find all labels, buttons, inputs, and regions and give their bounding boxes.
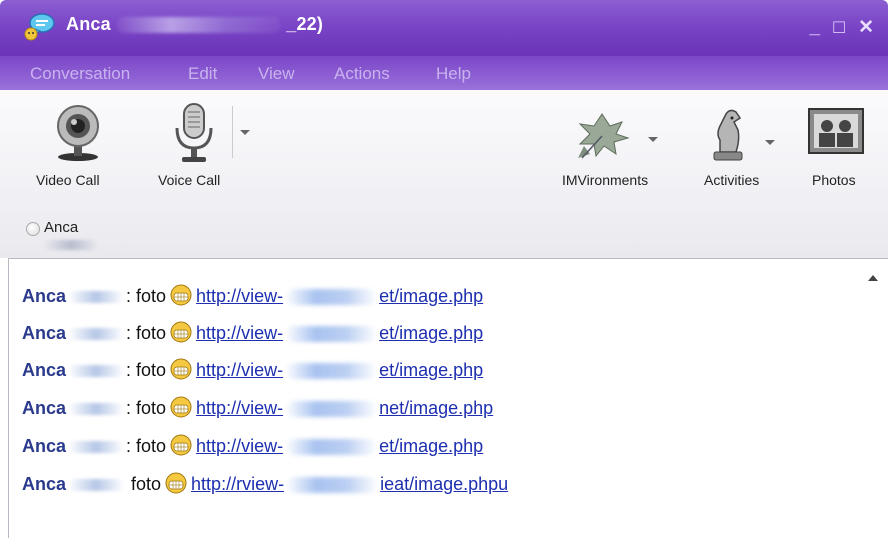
grin-emoticon-icon — [170, 284, 192, 306]
link-end: et/image.php — [379, 436, 484, 456]
message-sender: Anca — [22, 436, 67, 456]
redacted-blur — [68, 365, 125, 378]
link-start: http://rview- — [191, 474, 285, 494]
video-call-button[interactable]: Video Call — [24, 100, 134, 190]
message-link[interactable]: http://view-et/image.php — [196, 360, 483, 380]
link-end: et/image.php — [379, 360, 484, 380]
message-text: : foto — [126, 436, 167, 456]
contact-name: Anca — [44, 219, 98, 253]
activities-label: Activities — [704, 172, 760, 188]
link-end: net/image.php — [379, 398, 494, 418]
photos-icon — [808, 108, 864, 154]
redacted-blur — [68, 328, 125, 341]
status-indicator-icon — [26, 222, 40, 236]
contact-first-name: Anca — [44, 219, 79, 236]
title-bar[interactable]: Anca _22) _ □ ✕ — [0, 0, 888, 56]
messenger-icon — [24, 13, 55, 41]
voice-call-dropdown-arrow[interactable] — [240, 130, 250, 135]
menu-edit[interactable]: Edit — [188, 64, 217, 84]
activities-dropdown-arrow[interactable] — [765, 140, 775, 145]
redacted-blur — [285, 401, 378, 418]
chat-message: Anca : foto http://view-et/image.php — [22, 358, 483, 384]
imvironments-label: IMVironments — [562, 172, 649, 188]
voice-call-label: Voice Call — [158, 172, 221, 188]
grin-emoticon-icon — [170, 396, 192, 418]
message-sender: Anca — [22, 323, 67, 343]
message-sender: Anca — [22, 360, 67, 380]
message-link[interactable]: http://view-net/image.php — [196, 398, 493, 418]
scroll-up-arrow-icon[interactable] — [868, 275, 878, 281]
redacted-blur — [44, 240, 98, 251]
webcam-icon — [57, 105, 99, 161]
message-text: : foto — [126, 398, 167, 418]
redacted-blur — [285, 439, 378, 456]
grin-emoticon-icon — [170, 321, 192, 343]
chat-message: Anca foto http://rview-ieat/image.phpu — [22, 472, 508, 498]
redacted-blur — [286, 477, 379, 494]
menu-actions[interactable]: Actions — [334, 64, 390, 84]
message-sender: Anca — [22, 398, 67, 418]
message-text: : foto — [126, 323, 167, 343]
window-controls[interactable]: _ □ ✕ — [809, 16, 878, 39]
link-start: http://view- — [196, 398, 284, 418]
redacted-blur — [116, 17, 282, 34]
link-start: http://view- — [196, 436, 284, 456]
message-text: : foto — [126, 360, 167, 380]
redacted-blur — [285, 326, 378, 343]
grin-emoticon-icon — [165, 472, 187, 494]
leaves-icon — [578, 113, 630, 159]
message-link[interactable]: http://view-et/image.php — [196, 436, 483, 456]
message-link[interactable]: http://view-et/image.php — [196, 323, 483, 343]
menu-help[interactable]: Help — [436, 64, 471, 84]
activities-button[interactable]: Activities — [700, 100, 780, 190]
redacted-blur — [285, 363, 378, 380]
microphone-icon — [175, 103, 213, 162]
redacted-blur — [68, 403, 125, 416]
message-text: : foto — [126, 286, 167, 306]
menu-conversation[interactable]: Conversation — [30, 64, 130, 84]
link-start: http://view- — [196, 286, 284, 306]
link-start: http://view- — [196, 323, 284, 343]
window-title: Anca _22) — [66, 14, 323, 35]
grin-emoticon-icon — [170, 434, 192, 456]
chat-message: Anca : foto http://view-et/image.php — [22, 434, 483, 460]
title-suffix: _22) — [286, 14, 324, 34]
chat-scrollbar[interactable] — [860, 258, 888, 538]
message-text: foto — [126, 474, 162, 494]
redacted-blur — [68, 291, 125, 304]
link-end: et/image.php — [379, 323, 484, 343]
redacted-blur — [285, 289, 378, 306]
chat-message: Anca : foto http://view-et/image.php — [22, 284, 483, 310]
grin-emoticon-icon — [170, 358, 192, 380]
photos-label: Photos — [812, 172, 856, 188]
message-sender: Anca — [22, 286, 67, 306]
imvironments-dropdown-arrow[interactable] — [648, 137, 658, 142]
imvironments-button[interactable]: IMVironments — [556, 100, 676, 190]
video-call-label: Video Call — [36, 172, 100, 188]
message-link[interactable]: http://rview-ieat/image.phpu — [191, 474, 508, 494]
voice-call-separator — [232, 106, 233, 158]
chat-message: Anca : foto http://view-et/image.php — [22, 321, 483, 347]
chess-knight-icon — [713, 109, 743, 161]
link-end: et/image.php — [379, 286, 484, 306]
chat-message: Anca : foto http://view-net/image.php — [22, 396, 493, 422]
redacted-blur — [68, 479, 125, 492]
title-name: Anca — [66, 14, 111, 34]
link-end: ieat/image.phpu — [380, 474, 509, 494]
photos-button[interactable]: Photos — [800, 100, 880, 190]
menu-bar: Conversation Edit View Actions Help — [0, 56, 888, 90]
voice-call-button[interactable]: Voice Call — [150, 100, 260, 190]
message-link[interactable]: http://view-et/image.php — [196, 286, 483, 306]
redacted-blur — [68, 441, 125, 454]
message-sender: Anca — [22, 474, 67, 494]
menu-view[interactable]: View — [258, 64, 295, 84]
link-start: http://view- — [196, 360, 284, 380]
